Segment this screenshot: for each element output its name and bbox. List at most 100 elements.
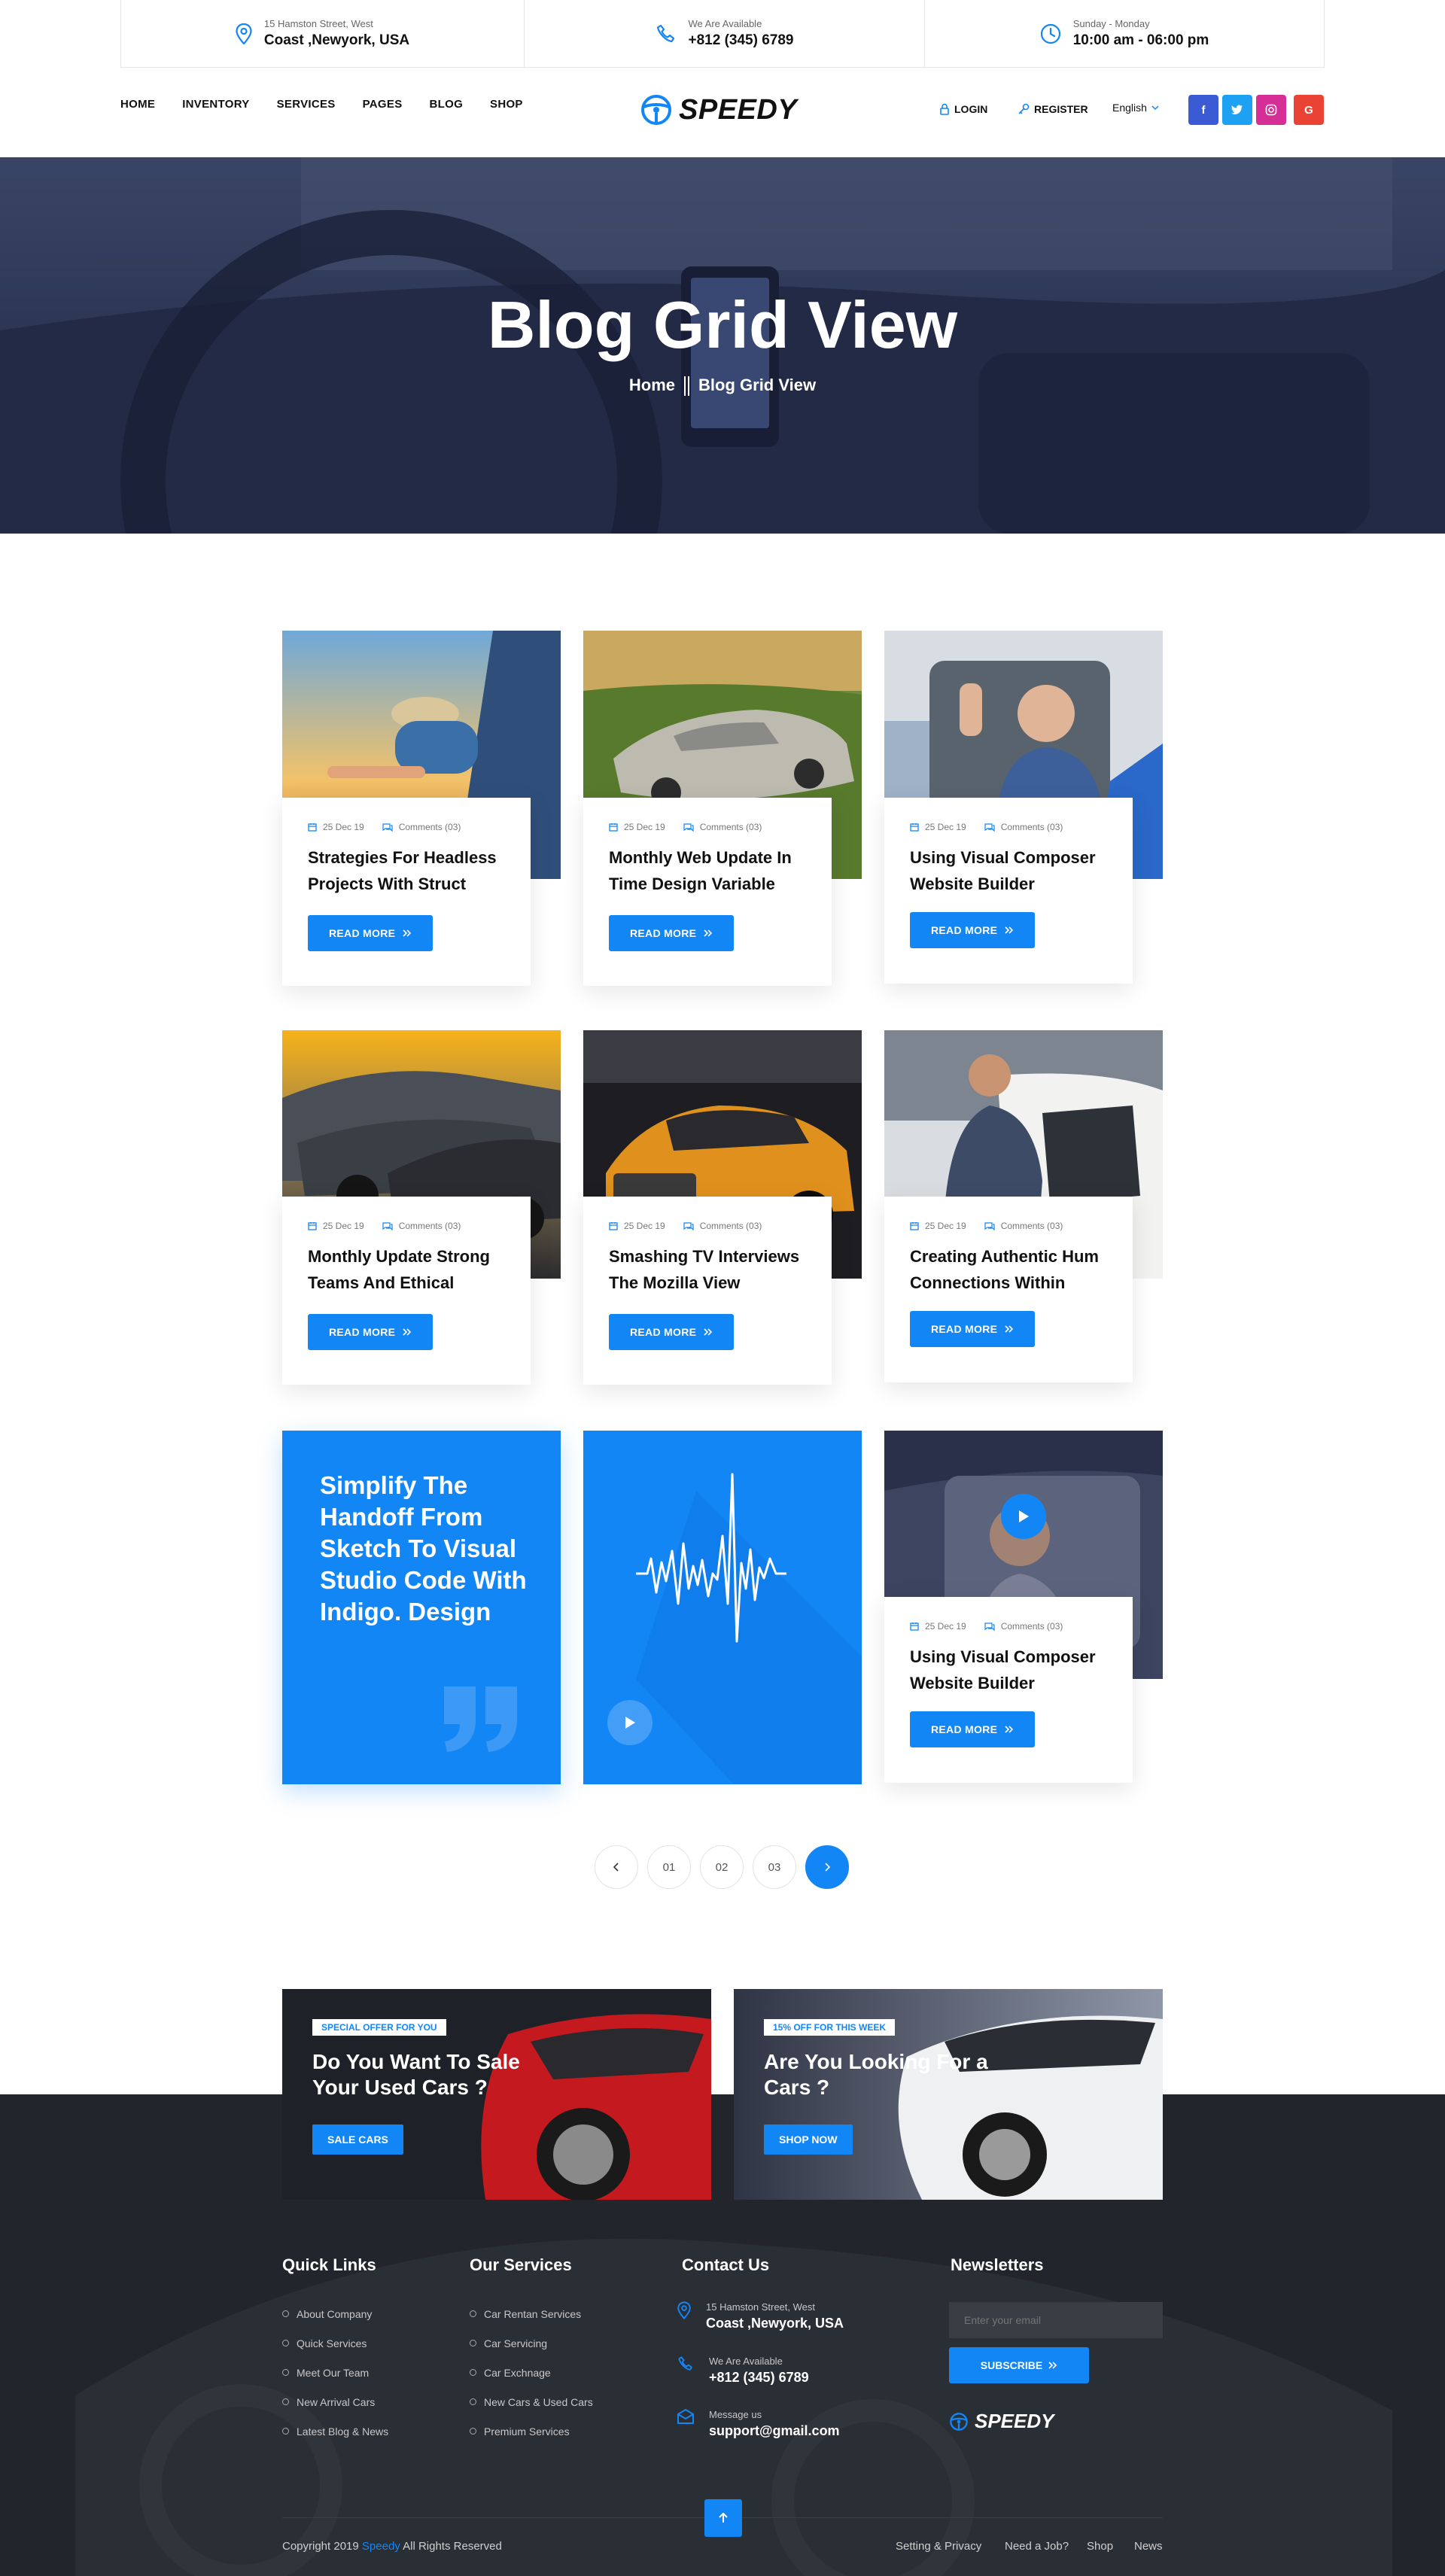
- contact-big[interactable]: +812 (345) 6789: [709, 2370, 809, 2386]
- comment-icon: [382, 823, 393, 832]
- login-link[interactable]: LOGIN: [939, 103, 987, 115]
- hours-days: Sunday - Monday: [1072, 18, 1150, 29]
- post-date-text: 25 Dec 19: [925, 822, 966, 832]
- footer-link[interactable]: About Company: [282, 2299, 388, 2328]
- language-select[interactable]: English: [1112, 102, 1159, 114]
- footer-service-link[interactable]: Premium Services: [470, 2416, 593, 2446]
- pagination-page-1[interactable]: 01: [647, 1845, 691, 1889]
- footer-link[interactable]: Latest Blog & News: [282, 2416, 388, 2446]
- post-card-6: 25 Dec 19 Comments (03) Creating Authenti…: [884, 1197, 1133, 1382]
- bottom-link-news[interactable]: News: [1134, 2540, 1163, 2553]
- post-comments[interactable]: Comments (03): [984, 822, 1063, 832]
- shop-now-button[interactable]: SHOP NOW: [764, 2124, 853, 2155]
- post-comments[interactable]: Comments (03): [683, 1221, 762, 1231]
- lock-icon: [939, 103, 950, 115]
- post-title[interactable]: Monthly Update Strong Teams And Ethical: [308, 1243, 505, 1296]
- newsletter-email-input[interactable]: [949, 2302, 1163, 2338]
- post-comments[interactable]: Comments (03): [984, 1221, 1063, 1231]
- bottom-link-shop[interactable]: Shop: [1087, 2540, 1113, 2553]
- footer-link[interactable]: Meet Our Team: [282, 2358, 388, 2387]
- post-title[interactable]: Strategies For Headless Projects With St…: [308, 844, 505, 897]
- contact-heading: Contact Us: [682, 2255, 770, 2274]
- read-more-button[interactable]: READ MORE: [910, 1311, 1036, 1347]
- hours-block: Sunday - Monday 10:00 am - 06:00 pm: [925, 0, 1324, 67]
- read-more-button[interactable]: READ MORE: [910, 1711, 1036, 1747]
- audio-card[interactable]: [583, 1431, 862, 1784]
- register-label: REGISTER: [1034, 103, 1088, 115]
- post-title[interactable]: Smashing TV Interviews The Mozilla View: [609, 1243, 806, 1296]
- steering-wheel-icon: [640, 93, 673, 126]
- footer-service-link[interactable]: Car Exchnage: [470, 2358, 593, 2387]
- quote-card[interactable]: Simplify The Handoff From Sketch To Visu…: [282, 1431, 561, 1784]
- video-play-button[interactable]: [1001, 1494, 1046, 1539]
- nav-blog[interactable]: BLOG: [430, 98, 464, 111]
- sale-cars-button[interactable]: SALE CARS: [312, 2124, 403, 2155]
- footer-email: Message us support@gmail.com: [677, 2409, 840, 2439]
- nav-services[interactable]: SERVICES: [277, 98, 336, 111]
- post-date-text: 25 Dec 19: [624, 822, 665, 832]
- post-title[interactable]: Using Visual Composer Website Builder: [910, 1644, 1107, 1696]
- post-comments[interactable]: Comments (03): [382, 822, 461, 832]
- instagram-button[interactable]: [1256, 95, 1286, 125]
- site-logo[interactable]: SPEEDY: [640, 93, 797, 126]
- calendar-icon: [308, 1221, 317, 1230]
- footer-service-link[interactable]: Car Rentan Services: [470, 2299, 593, 2328]
- footer-service-link[interactable]: Car Servicing: [470, 2328, 593, 2358]
- read-more-button[interactable]: READ MORE: [308, 915, 434, 951]
- post-comments[interactable]: Comments (03): [984, 1621, 1063, 1632]
- post-card-5: 25 Dec 19 Comments (03) Smashing TV Inter…: [583, 1197, 832, 1385]
- steering-wheel-icon: [949, 2412, 969, 2432]
- nav-inventory[interactable]: INVENTORY: [182, 98, 249, 111]
- promo-sale-cars: SPECIAL OFFER FOR YOU Do You Want To Sal…: [282, 1989, 711, 2200]
- phone-number[interactable]: +812 (345) 6789: [689, 32, 794, 49]
- main-nav: HOME INVENTORY SERVICES PAGES BLOG SHOP: [120, 98, 523, 111]
- top-info-bar: 15 Hamston Street, West Coast ,Newyork, …: [120, 0, 1325, 68]
- read-more-button[interactable]: READ MORE: [609, 915, 735, 951]
- post-title[interactable]: Creating Authentic Hum Connections Withi…: [910, 1243, 1107, 1296]
- register-link[interactable]: REGISTER: [1018, 103, 1088, 115]
- pagination-next[interactable]: [805, 1845, 849, 1889]
- nav-shop[interactable]: SHOP: [490, 98, 523, 111]
- pagination-prev[interactable]: [595, 1845, 638, 1889]
- footer-phone: We Are Available +812 (345) 6789: [677, 2356, 809, 2386]
- pagination-page-2[interactable]: 02: [700, 1845, 744, 1889]
- post-title[interactable]: Monthly Web Update In Time Design Variab…: [609, 844, 806, 897]
- twitter-button[interactable]: [1222, 95, 1252, 125]
- back-to-top-button[interactable]: [704, 2499, 742, 2537]
- post-date-text: 25 Dec 19: [323, 822, 364, 832]
- pagination-page-3[interactable]: 03: [753, 1845, 796, 1889]
- footer-logo[interactable]: SPEEDY: [949, 2410, 1054, 2433]
- phone-caption: We Are Available: [688, 18, 762, 29]
- breadcrumb-home[interactable]: Home: [629, 376, 675, 394]
- read-more-button[interactable]: READ MORE: [910, 912, 1036, 948]
- contact-small: 15 Hamston Street, West: [706, 2301, 815, 2313]
- post-date: 25 Dec 19: [609, 822, 665, 832]
- post-date-text: 25 Dec 19: [925, 1221, 966, 1231]
- google-button[interactable]: G: [1294, 95, 1324, 125]
- bottom-link-privacy[interactable]: Setting & Privacy: [896, 2540, 981, 2553]
- audio-play-button[interactable]: [607, 1700, 653, 1745]
- copyright-prefix: Copyright 2019: [282, 2540, 359, 2553]
- copyright-suffix: All Rights Reserved: [403, 2540, 502, 2553]
- nav-pages[interactable]: PAGES: [363, 98, 403, 111]
- facebook-button[interactable]: f: [1188, 95, 1218, 125]
- read-more-button[interactable]: READ MORE: [308, 1314, 434, 1350]
- location-pin-icon: [236, 23, 252, 44]
- footer-address: 15 Hamston Street, West Coast ,Newyork, U…: [677, 2301, 844, 2331]
- read-more-button[interactable]: READ MORE: [609, 1314, 735, 1350]
- footer-link[interactable]: Quick Services: [282, 2328, 388, 2358]
- copyright-brand[interactable]: Speedy: [362, 2540, 400, 2553]
- footer-service-link[interactable]: New Cars & Used Cars: [470, 2387, 593, 2416]
- footer-link[interactable]: New Arrival Cars: [282, 2387, 388, 2416]
- contact-big[interactable]: support@gmail.com: [709, 2423, 840, 2439]
- hero-banner: Blog Grid View Home Blog Grid View: [0, 157, 1445, 534]
- phone-block: We Are Available +812 (345) 6789: [525, 0, 925, 67]
- nav-home[interactable]: HOME: [120, 98, 155, 111]
- post-title[interactable]: Using Visual Composer Website Builder: [910, 844, 1107, 897]
- calendar-icon: [910, 1221, 919, 1230]
- services-heading: Our Services: [470, 2255, 572, 2274]
- subscribe-button[interactable]: SUBSCRIBE: [949, 2347, 1089, 2383]
- post-comments[interactable]: Comments (03): [683, 822, 762, 832]
- bottom-link-job[interactable]: Need a Job?: [1005, 2540, 1069, 2553]
- post-comments[interactable]: Comments (03): [382, 1221, 461, 1231]
